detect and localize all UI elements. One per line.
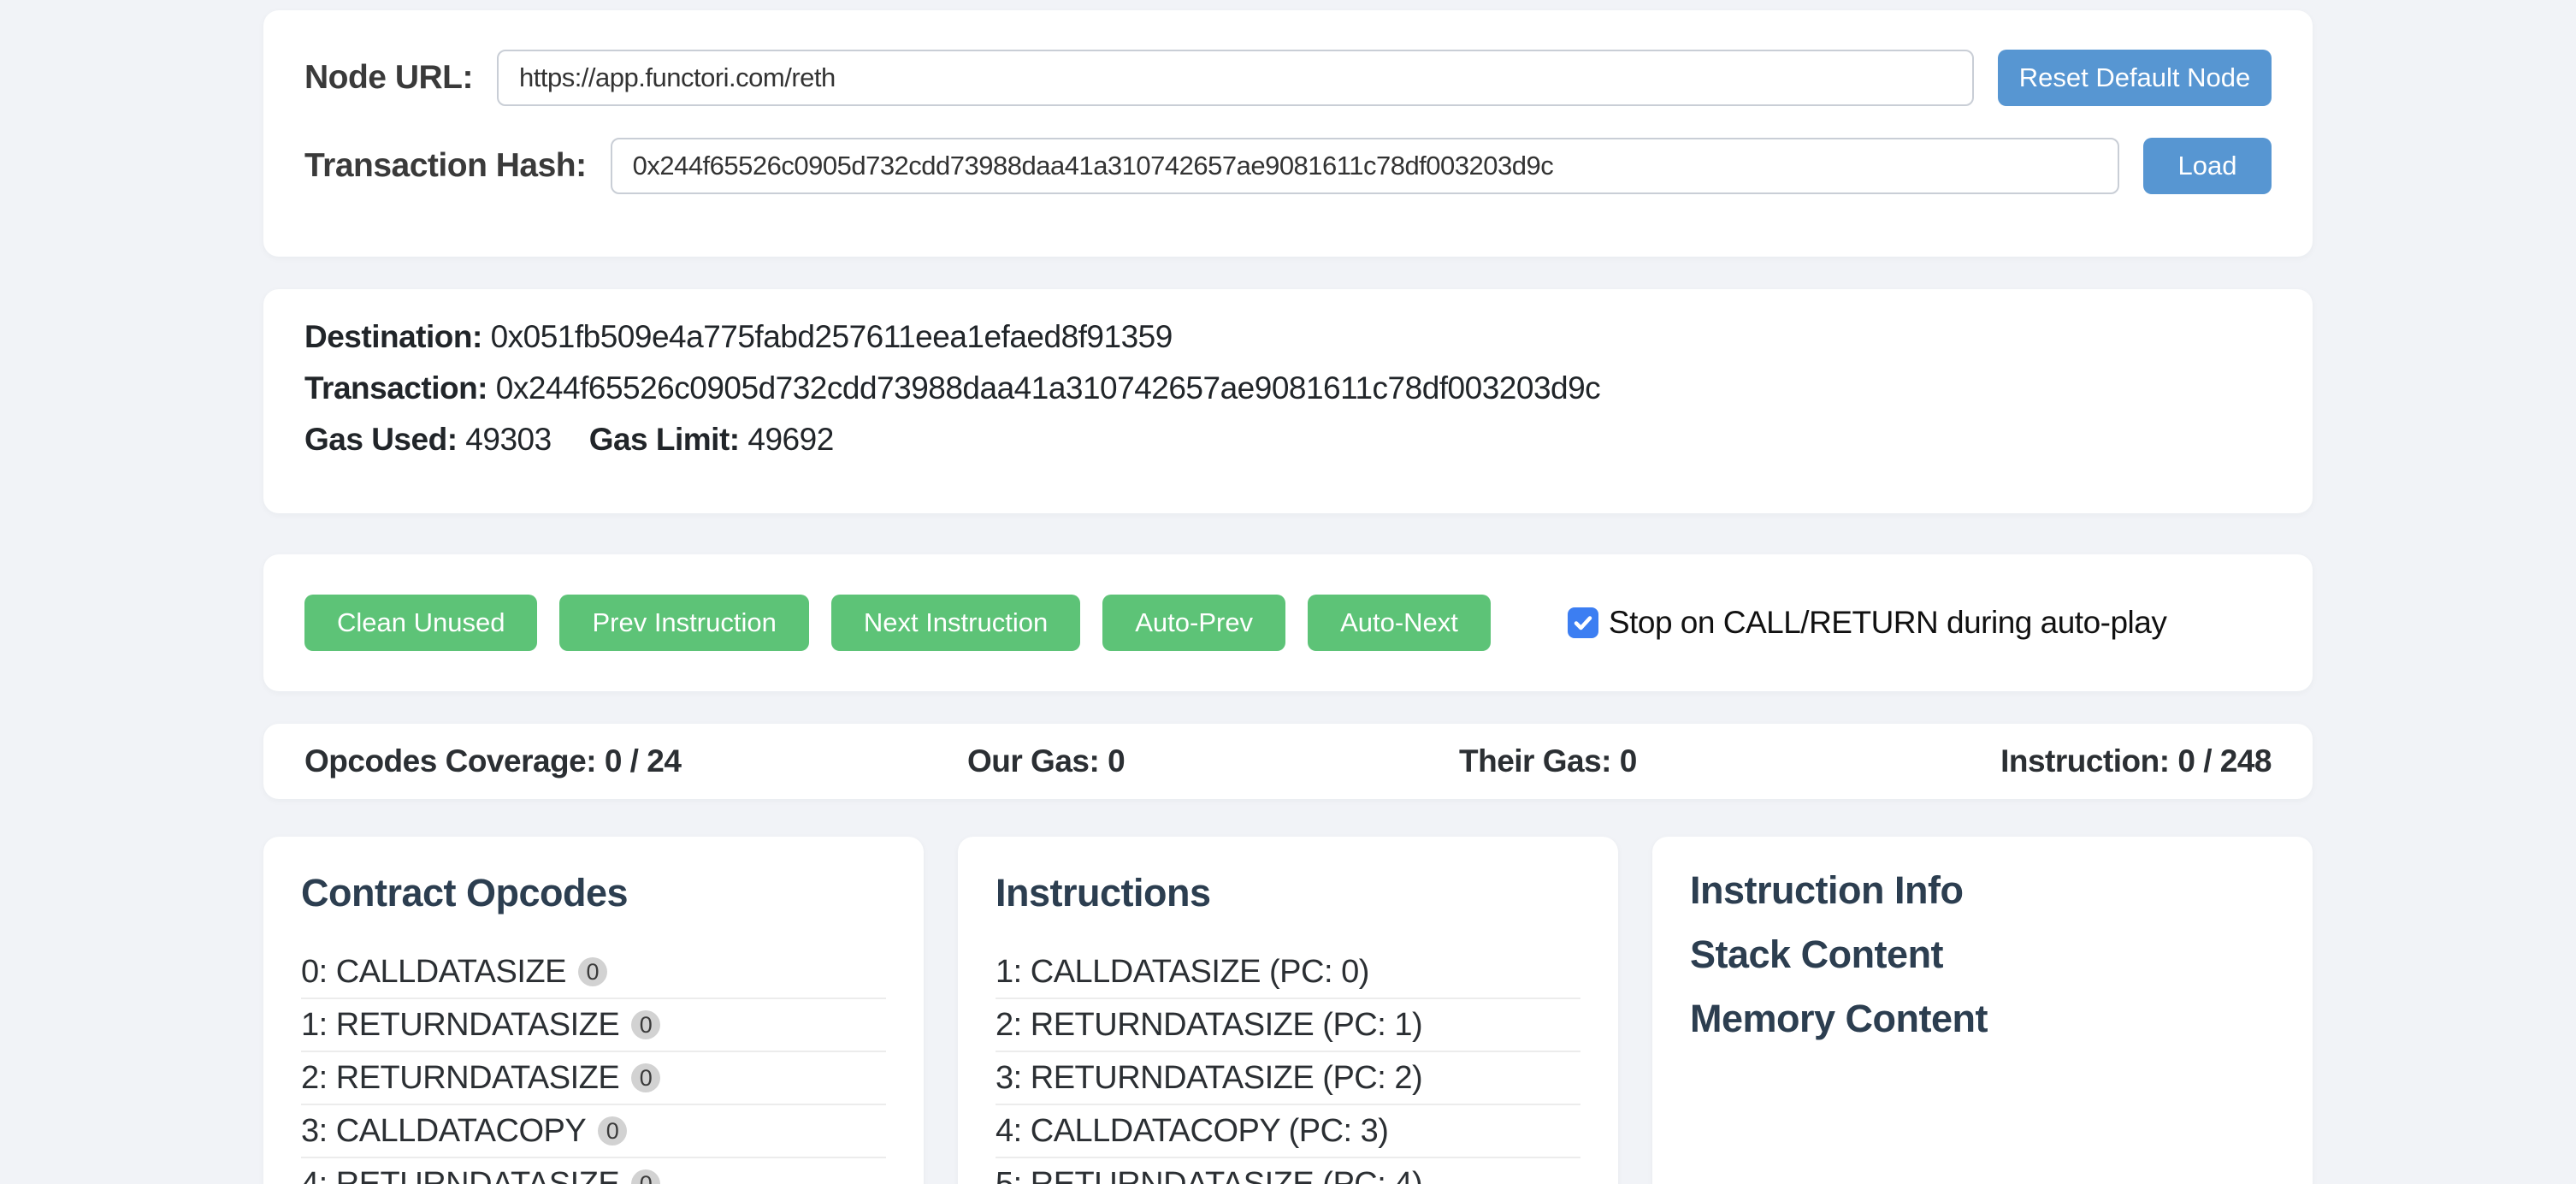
instructions-panel: Instructions 1: CALLDATASIZE (PC: 0) 2: …	[958, 837, 1618, 1184]
load-button[interactable]: Load	[2143, 138, 2272, 194]
auto-prev-button[interactable]: Auto-Prev	[1102, 595, 1285, 651]
destination-value: 0x051fb509e4a775fabd257611eea1efaed8f913…	[491, 319, 1173, 354]
stop-on-call-return-toggle[interactable]: Stop on CALL/RETURN during auto-play	[1568, 605, 2166, 641]
opcode-row: 2: RETURNDATASIZE0	[301, 1052, 886, 1105]
instructions-title: Instructions	[996, 871, 1580, 915]
tx-hash-row: Transaction Hash: Load	[304, 138, 2272, 194]
opcode-count-badge: 0	[631, 1010, 660, 1039]
main-container: Node URL: Reset Default Node Transaction…	[263, 0, 2313, 1184]
opcode-count-badge: 0	[598, 1116, 627, 1146]
contract-opcodes-panel: Contract Opcodes 0: CALLDATASIZE0 1: RET…	[263, 837, 924, 1184]
opcode-row: 3: CALLDATACOPY0	[301, 1105, 886, 1158]
opcode-row: 0: CALLDATASIZE0	[301, 946, 886, 999]
opcodes-coverage-stat: Opcodes Coverage: 0 / 24	[304, 743, 681, 779]
instruction-row: 5: RETURNDATASIZE (PC: 4)	[996, 1158, 1580, 1184]
contract-opcodes-title: Contract Opcodes	[301, 871, 886, 915]
reset-default-node-button[interactable]: Reset Default Node	[1998, 50, 2272, 106]
bottom-panels: Contract Opcodes 0: CALLDATASIZE0 1: RET…	[263, 837, 2313, 1184]
instruction-info-title: Instruction Info	[1690, 871, 2275, 909]
clean-unused-button[interactable]: Clean Unused	[304, 595, 537, 651]
transaction-value: 0x244f65526c0905d732cdd73988daa41a310742…	[496, 370, 1600, 406]
instructions-list: 1: CALLDATASIZE (PC: 0) 2: RETURNDATASIZ…	[996, 946, 1580, 1184]
controls-card: Clean Unused Prev Instruction Next Instr…	[263, 554, 2313, 691]
opcode-row: 4: RETURNDATASIZE0	[301, 1158, 886, 1184]
opcode-count-badge: 0	[631, 1169, 660, 1184]
stack-content-title: Stack Content	[1690, 935, 2275, 974]
gas-limit-value: 49692	[747, 422, 833, 457]
their-gas-stat: Their Gas: 0	[1459, 743, 1637, 779]
auto-next-button[interactable]: Auto-Next	[1308, 595, 1491, 651]
transaction-line: Transaction: 0x244f65526c0905d732cdd7398…	[304, 368, 2272, 409]
destination-label: Destination:	[304, 319, 482, 354]
gas-used-label: Gas Used:	[304, 422, 458, 457]
checkbox-checked-icon[interactable]	[1568, 607, 1598, 638]
node-url-label: Node URL:	[304, 59, 473, 97]
gas-used-value: 49303	[465, 422, 551, 457]
connection-form-card: Node URL: Reset Default Node Transaction…	[263, 10, 2313, 257]
node-url-input[interactable]	[497, 50, 1974, 106]
opcode-row: 1: RETURNDATASIZE0	[301, 999, 886, 1052]
contract-opcodes-list: 0: CALLDATASIZE0 1: RETURNDATASIZE0 2: R…	[301, 946, 886, 1184]
gas-limit-label: Gas Limit:	[589, 422, 740, 457]
tx-hash-label: Transaction Hash:	[304, 147, 587, 185]
instruction-detail-panel: Instruction Info Stack Content Memory Co…	[1652, 837, 2313, 1184]
stop-on-call-return-label: Stop on CALL/RETURN during auto-play	[1609, 605, 2166, 641]
prev-instruction-button[interactable]: Prev Instruction	[559, 595, 808, 651]
tx-hash-input[interactable]	[611, 138, 2119, 194]
opcode-count-badge: 0	[578, 957, 607, 986]
instruction-counter-stat: Instruction: 0 / 248	[2000, 743, 2272, 779]
instruction-row: 2: RETURNDATASIZE (PC: 1)	[996, 999, 1580, 1052]
node-url-row: Node URL: Reset Default Node	[304, 50, 2272, 106]
stats-bar: Opcodes Coverage: 0 / 24 Our Gas: 0 Thei…	[263, 724, 2313, 799]
our-gas-stat: Our Gas: 0	[967, 743, 1125, 779]
instruction-row: 3: RETURNDATASIZE (PC: 2)	[996, 1052, 1580, 1105]
instruction-row: 1: CALLDATASIZE (PC: 0)	[996, 946, 1580, 999]
next-instruction-button[interactable]: Next Instruction	[831, 595, 1080, 651]
memory-content-title: Memory Content	[1690, 999, 2275, 1038]
transaction-summary-card: Destination: 0x051fb509e4a775fabd257611e…	[263, 289, 2313, 513]
transaction-label: Transaction:	[304, 370, 487, 406]
destination-line: Destination: 0x051fb509e4a775fabd257611e…	[304, 317, 2272, 358]
opcode-count-badge: 0	[631, 1063, 660, 1092]
instruction-row: 4: CALLDATACOPY (PC: 3)	[996, 1105, 1580, 1158]
gas-line: Gas Used: 49303 Gas Limit: 49692	[304, 419, 2272, 460]
